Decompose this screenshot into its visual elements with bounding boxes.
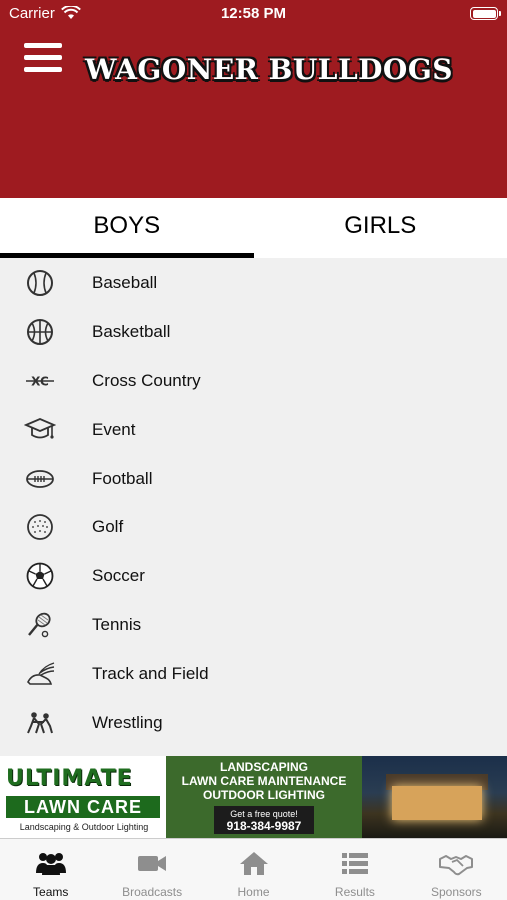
list-item-event[interactable]: Event — [0, 405, 507, 454]
tabbar-label: Broadcasts — [122, 885, 183, 899]
list-item-label: Soccer — [92, 566, 145, 586]
basketball-icon — [24, 318, 56, 346]
tabbar-home[interactable]: Home — [203, 839, 304, 900]
sports-list: Baseball Basketball XC Cross Country Eve… — [0, 258, 507, 747]
football-icon — [24, 465, 56, 493]
hamburger-menu-button[interactable] — [24, 43, 62, 73]
ad-logo-line2: LAWN CARE — [6, 796, 160, 818]
golf-ball-icon — [24, 513, 56, 541]
list-item-golf[interactable]: Golf — [0, 502, 507, 551]
list-item-wrestling[interactable]: Wrestling — [0, 698, 507, 747]
tabbar-label: Home — [237, 885, 270, 899]
tabbar-sponsors[interactable]: Sponsors — [406, 839, 507, 900]
tabbar-label: Sponsors — [430, 885, 482, 899]
ad-logo: ULTIMATE LAWN CARE Landscaping & Outdoor… — [0, 756, 166, 838]
list-item-cross-country[interactable]: XC Cross Country — [0, 356, 507, 405]
list-item-label: Wrestling — [92, 713, 163, 733]
menu-bar — [24, 67, 62, 72]
ad-cta: Get a free quote! — [230, 809, 298, 819]
battery-icon — [470, 7, 501, 20]
tabbar-label: Results — [334, 885, 375, 899]
house-lit — [392, 786, 482, 820]
list-item-basketball[interactable]: Basketball — [0, 307, 507, 356]
bottom-tab-bar: Teams Broadcasts Home Results Sponsors — [0, 838, 507, 900]
list-icon — [338, 849, 372, 877]
tabbar-broadcasts[interactable]: Broadcasts — [101, 839, 202, 900]
list-item-soccer[interactable]: Soccer — [0, 551, 507, 600]
ad-quote-box: Get a free quote! 918-384-9987 — [214, 806, 314, 834]
video-camera-icon — [135, 849, 169, 877]
list-item-label: Tennis — [92, 615, 142, 635]
tab-boys[interactable]: BOYS — [0, 198, 254, 258]
clock: 12:58 PM — [220, 5, 287, 22]
list-item-label: Golf — [92, 517, 124, 537]
list-item-football[interactable]: Football — [0, 454, 507, 503]
ad-logo-line1: ULTIMATE — [6, 766, 133, 791]
svg-text:XC: XC — [31, 374, 49, 388]
wrestling-icon — [24, 709, 56, 737]
list-item-label: Basketball — [92, 321, 171, 341]
sponsor-ad-banner[interactable]: ULTIMATE LAWN CARE Landscaping & Outdoor… — [0, 756, 507, 838]
soccer-ball-icon — [24, 562, 56, 590]
list-item-track-and-field[interactable]: Track and Field — [0, 649, 507, 698]
ad-house-photo — [362, 756, 507, 838]
tabbar-teams[interactable]: Teams — [0, 839, 101, 900]
handshake-icon — [439, 849, 474, 877]
tennis-racket-icon — [24, 611, 56, 639]
tabbar-results[interactable]: Results — [304, 839, 405, 900]
list-item-tennis[interactable]: Tennis — [0, 600, 507, 649]
status-bar: Carrier 12:58 PM — [0, 0, 507, 28]
app-header: Carrier 12:58 PM WAGONER BULLDOGS — [0, 0, 507, 198]
tab-girls[interactable]: GIRLS — [254, 198, 507, 258]
gender-tabs: BOYS GIRLS — [0, 198, 507, 258]
home-icon — [237, 849, 271, 877]
teams-icon — [34, 849, 68, 877]
graduation-cap-icon — [23, 416, 57, 444]
list-item-label: Baseball — [92, 273, 158, 292]
list-item-label: Cross Country — [92, 370, 201, 390]
ad-services: LANDSCAPING LAWN CARE MAINTENANCE OUTDOO… — [166, 756, 362, 838]
baseball-icon — [24, 269, 56, 297]
winged-shoe-icon — [24, 660, 56, 688]
list-item-label: Football — [92, 468, 153, 488]
tabbar-label: Teams — [33, 885, 69, 899]
list-item-label: Event — [92, 419, 136, 439]
app-title: WAGONER BULLDOGS — [85, 53, 453, 86]
menu-bar — [24, 55, 62, 60]
cross-country-icon: XC — [24, 367, 56, 395]
ad-services-text: LANDSCAPING LAWN CARE MAINTENANCE OUTDOO… — [181, 760, 347, 802]
ad-phone: 918-384-9987 — [226, 819, 302, 833]
ad-logo-line3: Landscaping & Outdoor Lighting — [19, 822, 149, 832]
list-item-label: Track and Field — [92, 664, 209, 684]
list-item-baseball[interactable]: Baseball — [0, 258, 507, 307]
menu-bar — [24, 43, 62, 48]
